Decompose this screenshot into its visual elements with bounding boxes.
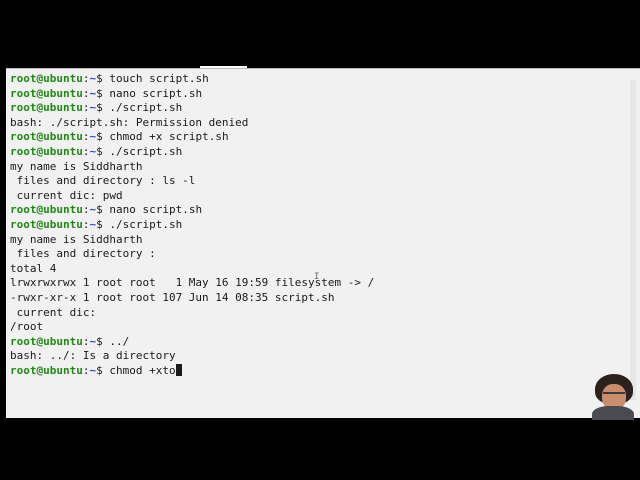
terminal-output: root@ubuntu:~$ touch script.sh root@ubunt… [10, 72, 374, 378]
presenter-avatar-icon [588, 372, 638, 420]
terminal-output-line: my name is Siddharth [10, 160, 374, 175]
command-text[interactable]: chmod +xto [109, 364, 175, 377]
prompt-user-host: root@ubuntu [10, 130, 83, 144]
command-text: nano script.sh [109, 86, 203, 100]
command-text: touch script.sh [109, 72, 209, 85]
terminal-output-line: -rwxr-xr-x 1 root root 107 Jun 14 08:35 … [10, 291, 374, 306]
prompt-user-host: root@ubuntu [10, 72, 83, 85]
terminal-output-line: lrwxrwxrwx 1 root root 1 May 16 19:59 fi… [10, 276, 374, 291]
terminal-output-line: files and directory : ls -l [10, 174, 374, 189]
prompt-symbol: $ [96, 217, 110, 231]
prompt-user-host: root@ubuntu [10, 144, 83, 158]
command-text: nano script.sh [109, 203, 203, 217]
prompt-user-host: root@ubuntu [10, 217, 83, 231]
prompt-symbol: $ [96, 144, 110, 158]
terminal-prompt-line: root@ubuntu:~$ ./script.sh [10, 101, 374, 116]
terminal-output-line: total 4 [10, 262, 374, 277]
terminal-prompt-line: root@ubuntu:~$ chmod +x script.sh [10, 130, 374, 145]
prompt-user-host: root@ubuntu [10, 101, 83, 115]
output-text: my name is Siddharth [10, 232, 143, 246]
command-text: ./script.sh [109, 144, 183, 158]
prompt-symbol: $ [96, 72, 110, 85]
prompt-user-host: root@ubuntu [10, 334, 83, 348]
avatar-body [592, 406, 634, 420]
terminal-prompt-line: root@ubuntu:~$ touch script.sh [10, 72, 374, 87]
command-text: ../ [109, 334, 130, 348]
prompt-user-host: root@ubuntu [10, 86, 83, 100]
avatar-glasses [603, 392, 625, 399]
prompt-symbol: $ [96, 101, 110, 115]
command-text: ./script.sh [109, 101, 183, 115]
prompt-symbol: $ [96, 334, 110, 348]
output-text: bash: ../: Is a directory [10, 349, 176, 363]
terminal-output-line: bash: ../: Is a directory [10, 349, 374, 364]
terminal-prompt-line: root@ubuntu:~$ nano script.sh [10, 87, 374, 102]
terminal-prompt-line: root@ubuntu:~$ ./script.sh [10, 218, 374, 233]
prompt-user-host: root@ubuntu [10, 363, 83, 377]
prompt-symbol: $ [96, 363, 110, 377]
command-text: ./script.sh [109, 217, 183, 231]
screen-frame: root@ubuntu:~$ touch script.sh root@ubunt… [0, 0, 640, 480]
terminal-prompt-line: root@ubuntu:~$ chmod +xto [10, 363, 374, 379]
terminal-output-line: my name is Siddharth [10, 233, 374, 248]
text-cursor-pointer-icon: I [314, 272, 320, 282]
prompt-symbol: $ [96, 86, 110, 100]
prompt-user-host: root@ubuntu [10, 203, 83, 217]
output-text: my name is Siddharth [10, 159, 143, 173]
terminal-output-line: current dic: [10, 306, 374, 321]
prompt-symbol: $ [96, 203, 110, 217]
prompt-symbol: $ [96, 130, 110, 144]
terminal-scrollbar[interactable] [630, 80, 636, 400]
output-text: total 4 [10, 261, 57, 275]
output-text: current dic: [10, 305, 97, 319]
terminal-output-line: current dic: pwd [10, 189, 374, 204]
terminal-output-line: bash: ./script.sh: Permission denied [10, 116, 374, 131]
terminal-cursor [175, 363, 182, 376]
terminal-top-border [6, 68, 640, 69]
output-text: lrwxrwxrwx 1 root root 1 May 16 19:59 fi… [10, 276, 375, 290]
command-text: chmod +x script.sh [109, 130, 229, 144]
terminal-output-line: files and directory : [10, 247, 374, 262]
output-text: bash: ./script.sh: Permission denied [10, 115, 249, 129]
terminal-prompt-line: root@ubuntu:~$ ./script.sh [10, 145, 374, 160]
terminal-prompt-line: root@ubuntu:~$ nano script.sh [10, 203, 374, 218]
terminal-output-line: /root [10, 320, 374, 335]
terminal-prompt-line: root@ubuntu:~$ ../ [10, 335, 374, 350]
output-text: files and directory : [10, 247, 156, 261]
output-text: files and directory : ls -l [10, 174, 196, 188]
output-text: -rwxr-xr-x 1 root root 107 Jun 14 08:35 … [10, 290, 335, 304]
output-text: current dic: pwd [10, 188, 123, 202]
output-text: /root [10, 320, 44, 334]
